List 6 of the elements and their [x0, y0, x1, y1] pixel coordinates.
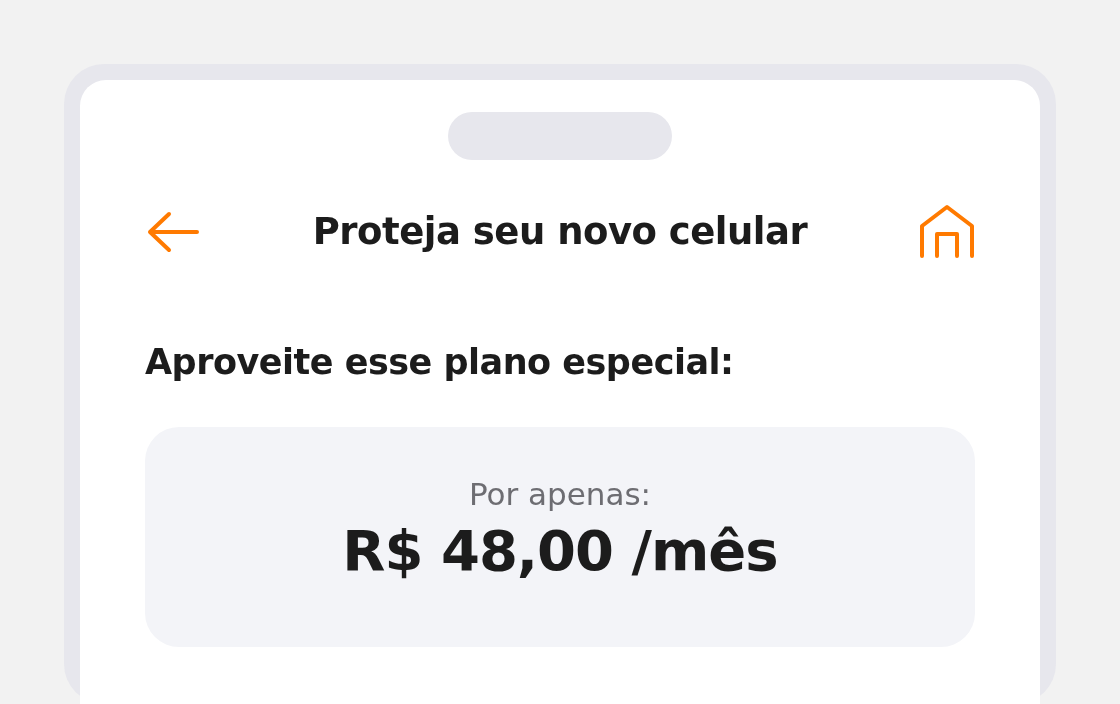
section-heading: Aproveite esse plano especial: — [145, 341, 735, 384]
screen-title: Proteja seu novo celular — [312, 209, 808, 256]
price-text: R$ 48,00 /mês — [342, 518, 778, 583]
home-icon[interactable] — [919, 204, 975, 260]
back-arrow-icon[interactable] — [145, 210, 201, 254]
price-label: Por apenas: — [468, 475, 652, 512]
